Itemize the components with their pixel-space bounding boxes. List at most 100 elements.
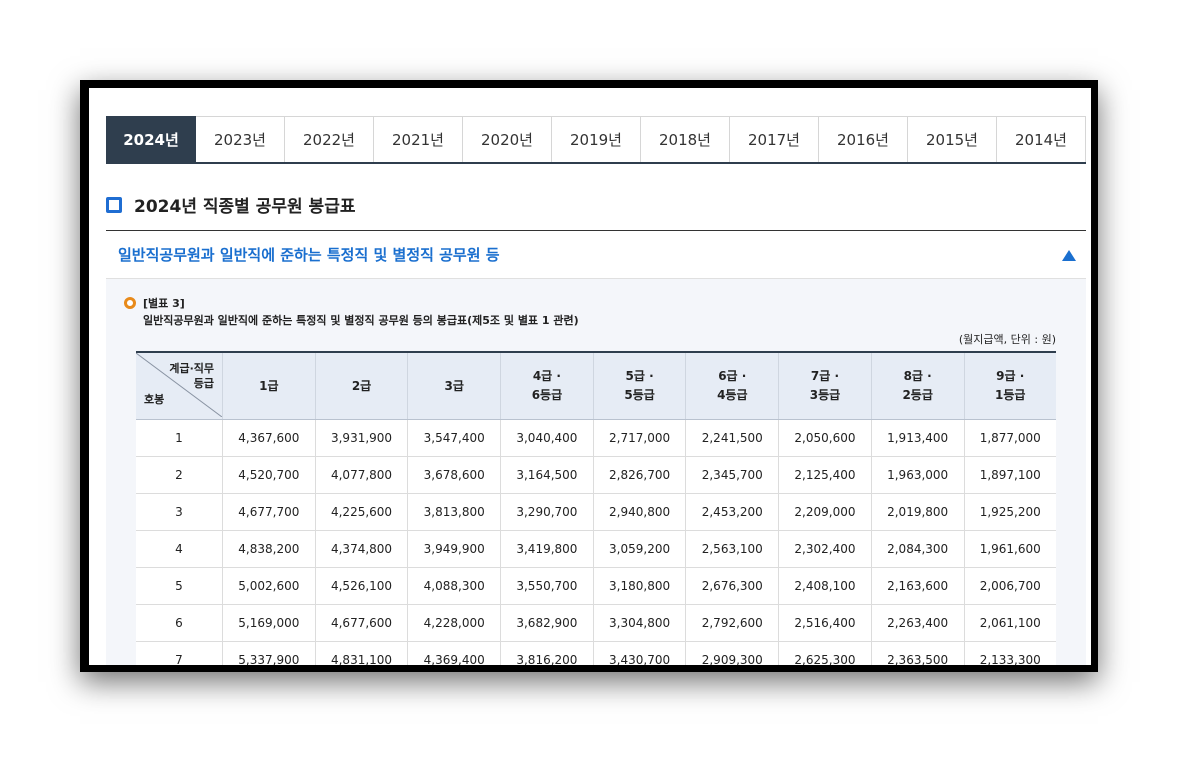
pay-cell: 2,363,500 [871,641,965,665]
corner-top-label: 계급·직무 등급 [169,361,214,391]
column-header-line: 8급 · [903,369,932,383]
pay-cell: 3,290,700 [500,493,594,531]
column-header-line: 6등급 [531,388,563,402]
pay-cell: 3,931,900 [315,419,409,457]
step-cell: 7 [136,641,223,665]
table-body: 1 4,367,600 3,931,900 3,547,400 3,040,400 2,7… [136,419,1056,665]
pay-cell: 3,040,400 [500,419,594,457]
pay-cell: 2,408,100 [778,567,872,605]
column-header-line: 7급 · [810,369,840,383]
table-row: 6 5,169,000 4,677,600 4,228,000 3,682,900 3,3… [136,604,1056,642]
pay-cell: 2,084,300 [871,530,965,568]
tab-2015[interactable]: 2015년 [908,116,997,162]
pay-cell: 4,088,300 [407,567,502,605]
square-bullet-icon [106,196,122,213]
corner-bottom-label: 호봉 [144,393,165,406]
column-header-line: 5등급 [624,388,655,402]
column-header-line: 5급 · [625,369,654,383]
pay-cell: 2,345,700 [685,456,780,494]
column-header-line: 6급 · [718,369,747,383]
note-tag: [별표 3] [143,297,185,310]
pay-cell: 2,826,700 [593,456,687,494]
step-cell: 4 [136,530,223,568]
column-header: 2급 [315,352,409,420]
tab-2020[interactable]: 2020년 [463,116,552,162]
pay-cell: 4,831,100 [315,641,409,665]
tab-2016[interactable]: 2016년 [819,116,908,162]
table-row: 5 5,002,600 4,526,100 4,088,300 3,550,700 3,1… [136,567,1056,605]
column-header-line: 2급 [351,378,372,393]
column-header: 5급 · 5등급 [593,352,687,420]
pay-cell: 1,877,000 [964,419,1056,457]
column-header: 9급 · 1등급 [964,352,1056,420]
column-header-line: 9급 · [996,369,1025,383]
pay-cell: 3,180,800 [593,567,687,605]
corner-header: 계급·직무 등급 호봉 [136,352,223,420]
table-row: 2 4,520,700 4,077,800 3,678,600 3,164,500 2,8… [136,456,1056,494]
pay-cell: 1,897,100 [964,456,1056,494]
pay-cell: 1,913,400 [871,419,965,457]
accordion-header[interactable]: 일반직공무원과 일반직에 준하는 특정직 및 별정직 공무원 등 [106,231,1086,279]
pay-cell: 2,050,600 [778,419,872,457]
pay-cell: 2,563,100 [685,530,780,568]
pay-cell: 3,059,200 [593,530,687,568]
pay-cell: 5,169,000 [222,604,316,642]
column-header-line: 4등급 [717,388,748,402]
pay-cell: 4,225,600 [315,493,409,531]
pay-cell: 4,077,800 [315,456,409,494]
pay-cell: 4,228,000 [407,604,502,642]
pay-cell: 2,163,600 [871,567,965,605]
pay-cell: 4,838,200 [222,530,316,568]
pay-cell: 4,677,700 [222,493,316,531]
tab-2023[interactable]: 2023년 [196,116,285,162]
pay-cell: 2,717,000 [593,419,687,457]
pay-cell: 2,209,000 [778,493,872,531]
tab-2014[interactable]: 2014년 [997,116,1086,162]
pay-cell: 3,419,800 [500,530,594,568]
page-screen: 2024년 2023년 2022년 2021년 2020년 2019년 2018년 2017년… [89,88,1091,665]
collapse-arrow-icon[interactable] [1062,250,1076,261]
pay-cell: 4,374,800 [315,530,409,568]
pay-cell: 2,006,700 [964,567,1056,605]
pay-cell: 2,061,100 [964,604,1056,642]
pay-cell: 2,302,400 [778,530,872,568]
tab-2018[interactable]: 2018년 [641,116,730,162]
note-desc: 일반직공무원과 일반직에 준하는 특정직 및 별정직 공무원 등의 봉급표(제5… [143,314,579,327]
pay-cell: 3,678,600 [407,456,502,494]
table-row: 4 4,838,200 4,374,800 3,949,900 3,419,800 3,0… [136,530,1056,568]
pay-cell: 3,949,900 [407,530,502,568]
step-cell: 6 [136,604,223,642]
column-header-line: 2등급 [902,388,933,402]
pay-cell: 2,241,500 [685,419,780,457]
pay-cell: 1,925,200 [964,493,1056,531]
tab-2017[interactable]: 2017년 [730,116,819,162]
column-header: 8급 · 2등급 [871,352,965,420]
pay-cell: 2,909,300 [685,641,780,665]
pay-cell: 2,940,800 [593,493,687,531]
pay-cell: 2,019,800 [871,493,965,531]
tab-2022[interactable]: 2022년 [285,116,374,162]
step-cell: 2 [136,456,223,494]
pay-cell: 5,002,600 [222,567,316,605]
tab-2024[interactable]: 2024년 [106,116,196,162]
pay-table: 계급·직무 등급 호봉 1급 2급 3급 4급 · 6등급 5급 · 5등급 6급 · 4등급 7… [136,351,1056,665]
tab-2021[interactable]: 2021년 [374,116,463,162]
pay-cell: 1,963,000 [871,456,965,494]
tab-2019[interactable]: 2019년 [552,116,641,162]
column-header-line: 1급 [259,378,279,393]
table-row: 7 5,337,900 4,831,100 4,369,400 3,816,200 3,4… [136,641,1056,665]
column-header: 3급 [407,352,502,420]
pay-cell: 2,263,400 [871,604,965,642]
column-header: 6급 · 4등급 [685,352,780,420]
corner-top-line1: 계급·직무 [169,362,214,375]
table-note: [별표 3] 일반직공무원과 일반직에 준하는 특정직 및 별정직 공무원 등의… [124,295,579,329]
step-cell: 3 [136,493,223,531]
table-row: 1 4,367,600 3,931,900 3,547,400 3,040,400 2,7… [136,419,1056,457]
pay-cell: 3,816,200 [500,641,594,665]
pay-cell: 3,547,400 [407,419,502,457]
pay-cell: 2,792,600 [685,604,780,642]
column-header-line: 3급 [444,378,464,393]
pay-cell: 3,550,700 [500,567,594,605]
pay-cell: 5,337,900 [222,641,316,665]
unit-label: (월지급액, 단위 : 원) [958,333,1056,346]
